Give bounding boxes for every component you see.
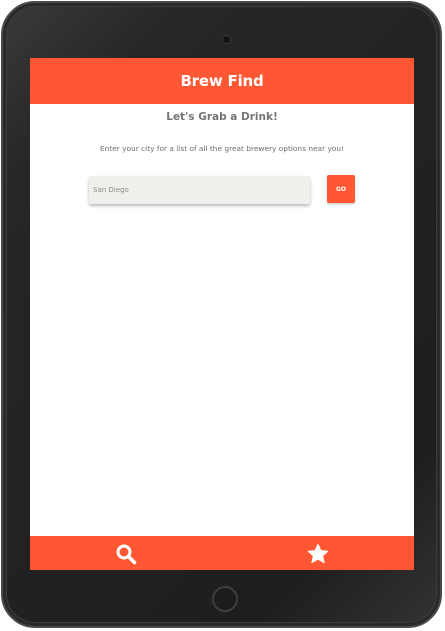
app-header: Brew Find [30,58,414,104]
search-icon[interactable] [115,543,137,565]
city-search-input[interactable] [89,176,310,204]
bottom-nav [30,536,414,570]
star-icon[interactable] [307,543,329,565]
home-button[interactable] [212,586,238,612]
app-screen: Brew Find Let's Grab a Drink! Enter your… [30,58,414,570]
camera-icon [222,35,231,44]
instructions-text: Enter your city for a list of all the gr… [99,144,345,153]
app-title: Brew Find [180,72,264,90]
go-button[interactable]: GO [327,175,355,203]
page-subtitle: Let's Grab a Drink! [166,111,278,123]
